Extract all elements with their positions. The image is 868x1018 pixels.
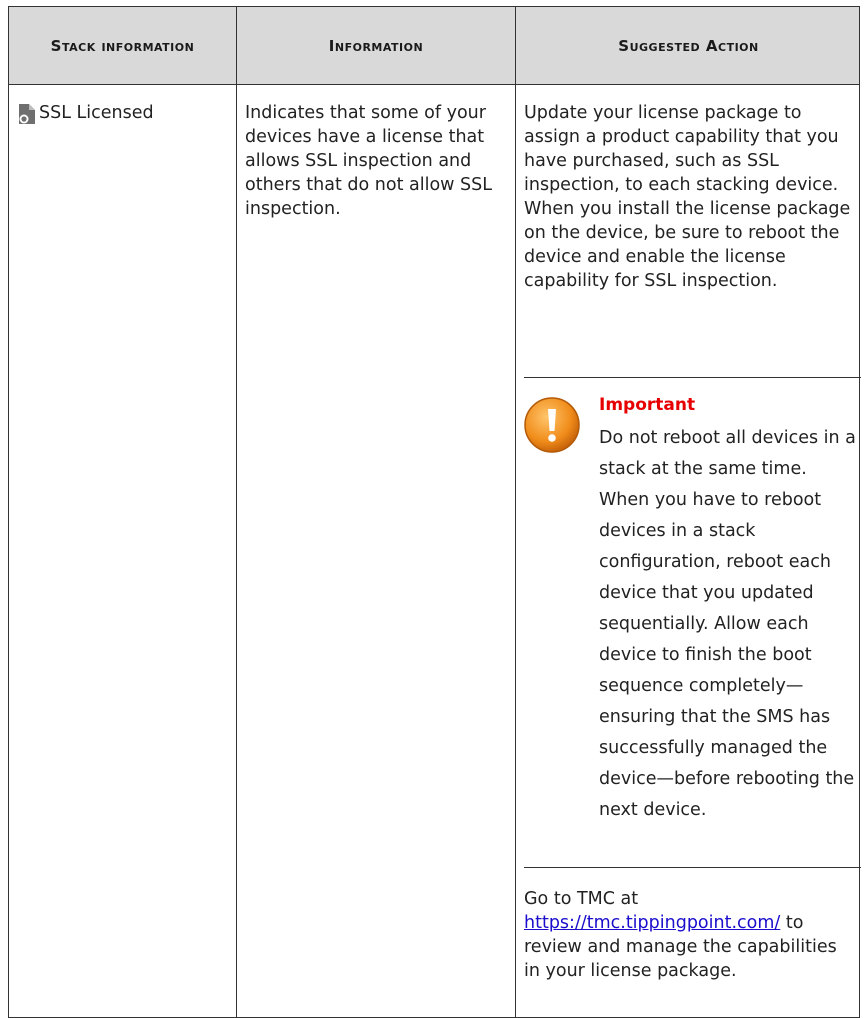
stack-info-table: Stack information Information Suggested … <box>8 6 861 1018</box>
important-title: Important <box>599 395 696 415</box>
header-information: Information <box>236 7 516 84</box>
important-body: Do not reboot all devices in a stack at … <box>599 428 856 820</box>
note-top-rule <box>524 377 861 378</box>
tmc-link[interactable]: https://tmc.tippingpoint.com/ <box>524 913 780 933</box>
information-text: Indicates that some of your devices have… <box>245 103 492 219</box>
header-suggested-action: Suggested Action <box>516 7 861 84</box>
suggested-action-text: Update your license package to assign a … <box>524 103 851 291</box>
column-divider-1 <box>236 7 237 1017</box>
header-stack-information: Stack information <box>9 7 236 84</box>
header-information-label: Information <box>328 36 424 55</box>
note-bottom-rule <box>524 867 861 868</box>
tmc-prefix: Go to TMC at <box>524 889 639 909</box>
tmc-paragraph: Go to TMC at https://tmc.tippingpoint.co… <box>524 887 857 983</box>
header-stack-information-label: Stack information <box>50 36 195 55</box>
column-divider-2 <box>515 7 516 1017</box>
stack-info-label: SSL Licensed <box>39 103 154 123</box>
warning-exclamation-icon <box>521 394 583 456</box>
header-divider <box>9 84 859 85</box>
header-suggested-action-label: Suggested Action <box>618 36 759 55</box>
document-gear-icon <box>17 103 37 125</box>
